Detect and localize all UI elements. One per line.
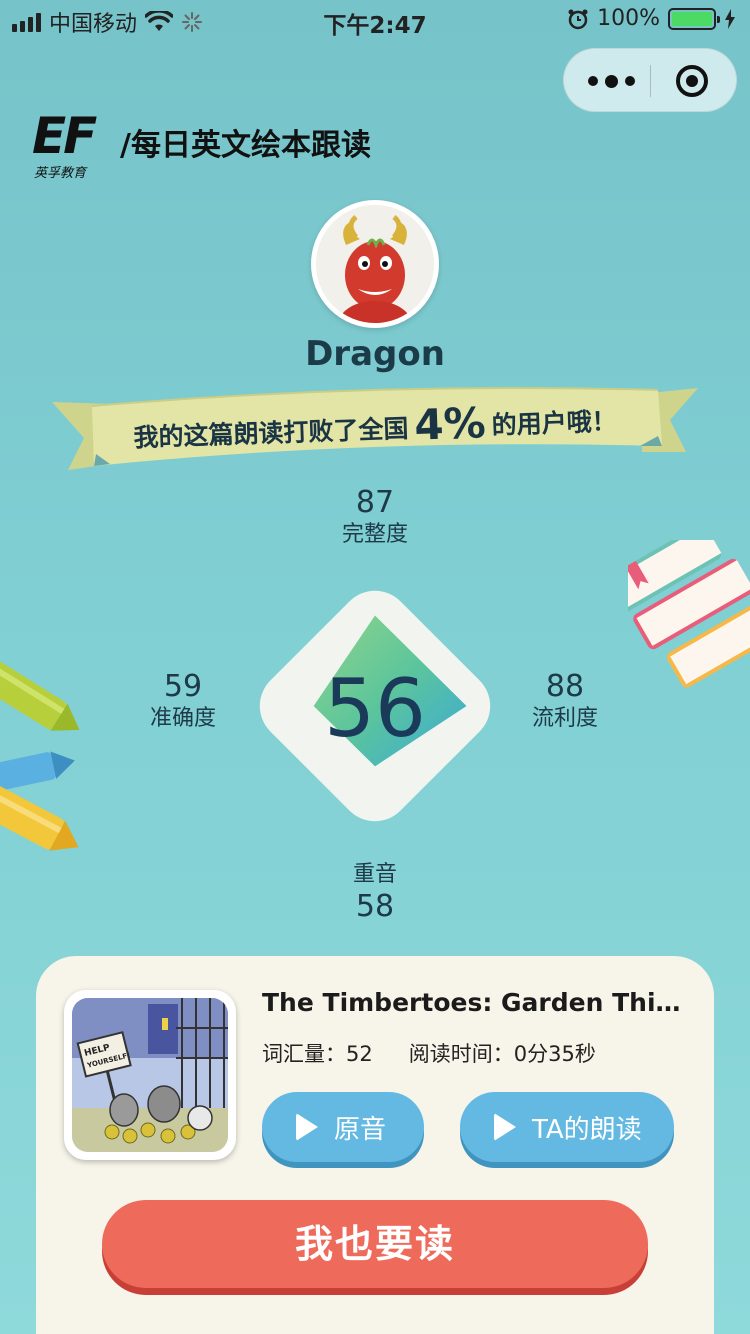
- charging-bolt-icon: [725, 8, 735, 29]
- book-vocab: 词汇量：52: [262, 1042, 373, 1066]
- ranking-suffix: 的用户哦！: [491, 406, 618, 440]
- crayons-decoration: [0, 660, 80, 851]
- book-meta: 词汇量：52 阅读时间：0分35秒: [262, 1038, 596, 1068]
- dragon-avatar-image: [316, 205, 434, 323]
- stat-fluency: 88 流利度: [515, 670, 615, 734]
- book-cover-image: HELP YOURSELF!: [72, 998, 228, 1152]
- battery-icon: [668, 7, 720, 30]
- close-target-icon[interactable]: [676, 65, 708, 97]
- books-decoration: [628, 540, 750, 688]
- avatar: [311, 200, 439, 328]
- page-title: /每日英文绘本跟读: [120, 128, 371, 163]
- book-cover[interactable]: HELP YOURSELF!: [64, 990, 236, 1160]
- status-right: 100%: [567, 6, 736, 31]
- fluency-label: 流利度: [531, 706, 598, 731]
- play-icon: [494, 1113, 516, 1141]
- stat-stress: 重音 58: [325, 860, 425, 924]
- stat-accuracy: 59 准确度: [133, 670, 233, 734]
- stress-value: 58: [355, 889, 395, 924]
- their-reading-button[interactable]: TA的朗读: [460, 1092, 674, 1162]
- original-audio-button[interactable]: 原音: [262, 1092, 424, 1162]
- book-read-time: 阅读时间：0分35秒: [408, 1042, 596, 1066]
- ranking-percent: 4%: [413, 398, 487, 450]
- username: Dragon: [305, 334, 445, 374]
- original-audio-label: 原音: [334, 1114, 387, 1145]
- completeness-value: 87: [355, 485, 395, 520]
- ef-logo-subtitle: 英孚教育: [34, 166, 87, 181]
- play-icon: [296, 1113, 318, 1141]
- stress-label: 重音: [352, 862, 397, 887]
- capsule-divider: [650, 65, 651, 97]
- book-title: The Timbertoes: Garden Thi...: [262, 988, 682, 1017]
- alarm-icon: [568, 9, 588, 29]
- ef-logo: EF: [32, 107, 97, 165]
- read-too-button[interactable]: 我也要读: [102, 1200, 648, 1288]
- their-reading-label: TA的朗读: [532, 1114, 642, 1145]
- fluency-value: 88: [545, 669, 585, 704]
- accuracy-label: 准确度: [149, 706, 216, 731]
- completeness-label: 完整度: [341, 522, 408, 547]
- miniprogram-capsule: [563, 48, 737, 112]
- stat-completeness: 87 完整度: [325, 486, 425, 550]
- status-bar: 中国移动 下午2:47 100%: [0, 0, 750, 40]
- ranking-prefix: 我的这篇朗读打败了全国: [133, 413, 409, 453]
- more-dots-icon[interactable]: [588, 69, 648, 93]
- accuracy-value: 59: [163, 669, 203, 704]
- battery-percent: 100%: [597, 6, 660, 31]
